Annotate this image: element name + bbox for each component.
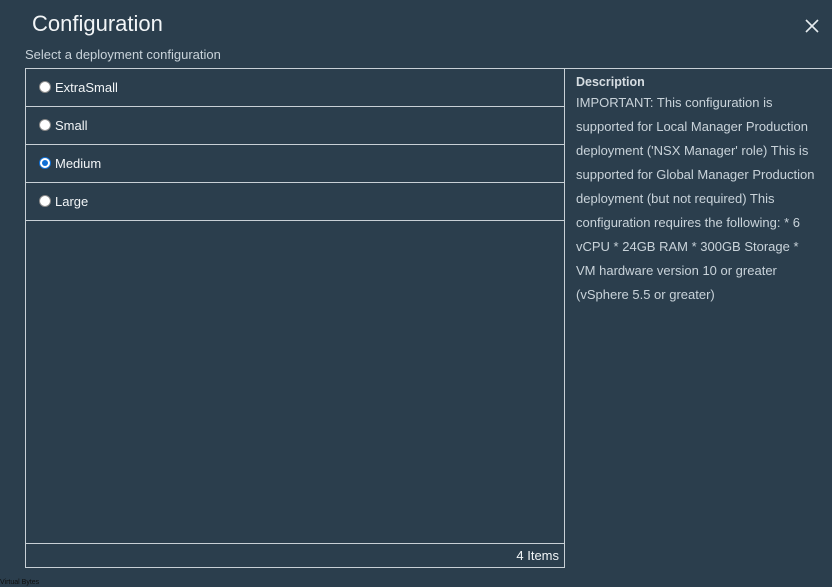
configuration-list: ExtraSmall Small Medium Large 4 Items xyxy=(25,68,565,568)
option-row-extrasmall[interactable]: ExtraSmall xyxy=(26,69,564,107)
option-label: ExtraSmall xyxy=(55,80,118,95)
radio-extrasmall[interactable] xyxy=(39,80,51,93)
option-label: Small xyxy=(55,118,88,133)
option-row-large[interactable]: Large xyxy=(26,183,564,221)
description-panel: Description IMPORTANT: This configuratio… xyxy=(564,68,832,567)
list-footer: 4 Items xyxy=(26,543,564,567)
close-icon xyxy=(805,19,819,33)
item-count: 4 Items xyxy=(516,548,559,563)
configuration-dialog: Configuration Select a deployment config… xyxy=(0,0,832,587)
radio-small[interactable] xyxy=(39,118,51,131)
close-button[interactable] xyxy=(800,14,824,38)
dialog-subtitle: Select a deployment configuration xyxy=(25,47,221,62)
radio-large[interactable] xyxy=(39,194,51,207)
watermark: Virtual Bytes xyxy=(0,579,40,586)
radio-medium[interactable] xyxy=(39,156,51,169)
option-row-medium[interactable]: Medium xyxy=(26,145,564,183)
description-body: IMPORTANT: This configuration is support… xyxy=(576,95,815,302)
option-label: Large xyxy=(55,194,89,209)
description-heading: Description xyxy=(576,75,645,89)
option-label: Medium xyxy=(55,156,102,171)
dialog-title: Configuration xyxy=(32,11,163,36)
option-row-small[interactable]: Small xyxy=(26,107,564,145)
